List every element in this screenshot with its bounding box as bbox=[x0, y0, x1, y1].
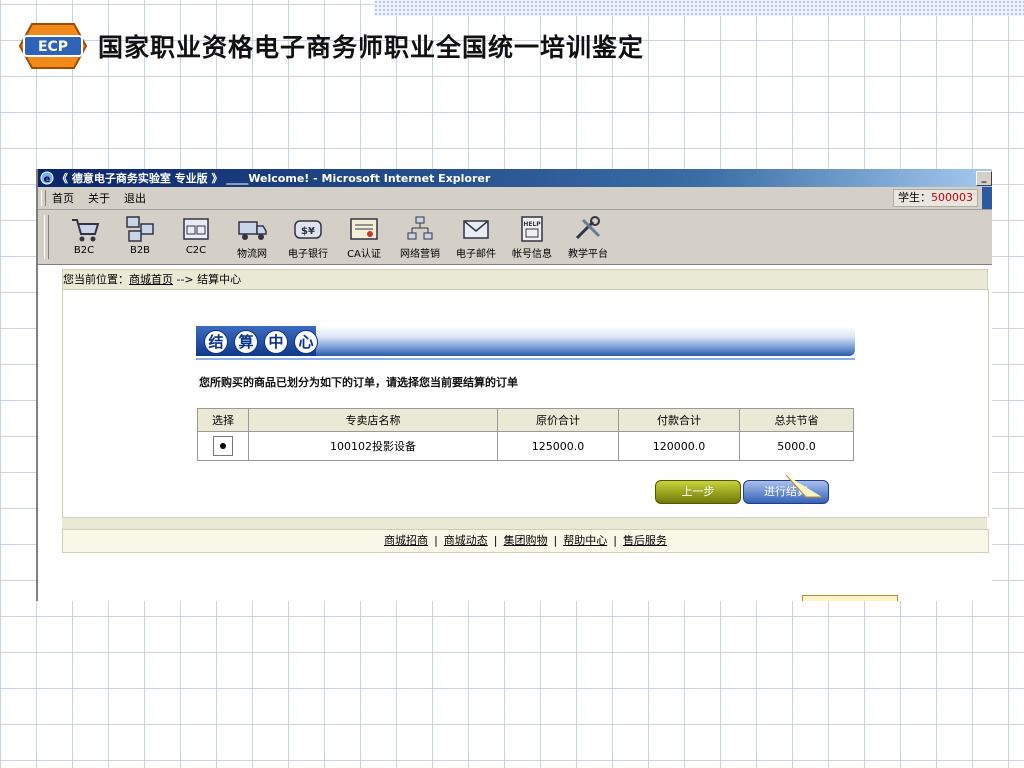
svg-text:e: e bbox=[44, 174, 51, 185]
previous-step-button[interactable]: 上一步 bbox=[655, 480, 741, 504]
tools-icon bbox=[575, 216, 601, 240]
footer-link-news[interactable]: 商城动态 bbox=[444, 534, 488, 547]
cart-icon bbox=[72, 219, 100, 242]
paid-total-cell: 120000.0 bbox=[618, 431, 740, 461]
bank-icon: $¥ bbox=[294, 220, 322, 239]
order-radio[interactable] bbox=[213, 436, 233, 456]
help-icon: HELP bbox=[521, 216, 543, 242]
banner-title: 结 算 中 心 bbox=[204, 330, 318, 354]
banner-char: 心 bbox=[294, 330, 318, 354]
breadcrumb-current: --> 结算中心 bbox=[173, 273, 242, 286]
toolbar: B2C B2B C2C 物流网 $¥ 电子银行 CA认证 网络营销 电子邮件 H… bbox=[38, 210, 992, 265]
toolbar-c2c[interactable]: C2C bbox=[169, 210, 223, 256]
minimize-button[interactable]: _ bbox=[976, 171, 992, 186]
settlement-banner: 结 算 中 心 bbox=[196, 326, 855, 356]
footer-link-help[interactable]: 帮助中心 bbox=[563, 534, 607, 547]
toolbar-logistics[interactable]: 物流网 bbox=[225, 210, 279, 260]
window-title: 《 德意电子商务实验室 专业版 》 ____Welcome! - Microso… bbox=[57, 172, 491, 185]
menu-about[interactable]: 关于 bbox=[88, 190, 110, 206]
original-total-cell: 125000.0 bbox=[497, 431, 619, 461]
corner-accent bbox=[982, 187, 992, 209]
decorative-strip bbox=[374, 0, 1024, 16]
c2c-icon bbox=[183, 218, 209, 240]
toolbar-ebank[interactable]: $¥ 电子银行 bbox=[281, 210, 335, 260]
footer-separator: | bbox=[613, 534, 617, 547]
toolbar-b2b[interactable]: B2B bbox=[113, 210, 167, 256]
slide-header: ECP 国家职业资格电子商务师职业全国统一培训鉴定 bbox=[14, 20, 644, 72]
svg-text:ECP: ECP bbox=[38, 39, 68, 55]
breadcrumb: 您当前位置：商城首页 --> 结算中心 bbox=[62, 269, 988, 290]
toolbar-marketing[interactable]: 网络营销 bbox=[393, 210, 447, 260]
toolbar-b2c[interactable]: B2C bbox=[57, 210, 111, 256]
breadcrumb-prefix: 您当前位置： bbox=[63, 273, 129, 286]
toolbar-label: CA认证 bbox=[347, 249, 381, 260]
footer-link-merchant[interactable]: 商城招商 bbox=[384, 534, 428, 547]
banner-char: 中 bbox=[264, 330, 288, 354]
student-badge: 学生：500003 bbox=[893, 189, 978, 207]
footer-separator: | bbox=[493, 534, 498, 547]
banner-char: 结 bbox=[204, 330, 228, 354]
window-titlebar: e 《 德意电子商务实验室 专业版 》 ____Welcome! - Micro… bbox=[38, 169, 992, 187]
toolbar-account[interactable]: HELP 帐号信息 bbox=[505, 210, 559, 260]
toolbar-label: 物流网 bbox=[237, 249, 267, 260]
org-chart-icon bbox=[407, 216, 433, 240]
menubar-grip bbox=[41, 190, 46, 206]
banner-underline bbox=[196, 358, 855, 360]
header-saved-total: 总共节省 bbox=[739, 408, 854, 432]
certificate-icon bbox=[350, 218, 378, 240]
store-name-cell: 100102投影设备 bbox=[248, 431, 498, 461]
toolbar-grip bbox=[44, 215, 49, 259]
footer-separator: | bbox=[553, 534, 558, 547]
slide-title: 国家职业资格电子商务师职业全国统一培训鉴定 bbox=[98, 33, 645, 62]
orders-table: 选择 专卖店名称 原价合计 付款合计 总共节省 100102投影设备 12500… bbox=[197, 408, 854, 461]
menu-home[interactable]: 首页 bbox=[52, 190, 74, 206]
header-original-total: 原价合计 bbox=[497, 408, 619, 432]
table-row: 100102投影设备 125000.0 120000.0 5000.0 bbox=[197, 431, 854, 461]
header-paid-total: 付款合计 bbox=[618, 408, 740, 432]
svg-text:HELP: HELP bbox=[523, 221, 541, 228]
toolbar-label: 电子邮件 bbox=[456, 249, 496, 260]
table-header-row: 选择 专卖店名称 原价合计 付款合计 总共节省 bbox=[197, 408, 854, 432]
toolbar-ca[interactable]: CA认证 bbox=[337, 210, 391, 260]
student-label: 学生： bbox=[898, 191, 931, 204]
menubar: 首页 关于 退出 学生：500003 bbox=[38, 187, 992, 210]
student-id: 500003 bbox=[931, 191, 973, 204]
browser-window: e 《 德意电子商务实验室 专业版 》 ____Welcome! - Micro… bbox=[36, 169, 992, 601]
ie-icon: e bbox=[40, 171, 54, 185]
breadcrumb-link-home[interactable]: 商城首页 bbox=[129, 273, 173, 286]
toolbar-email[interactable]: 电子邮件 bbox=[449, 210, 503, 260]
network-icon bbox=[126, 216, 154, 242]
click-callout: 单击 bbox=[802, 595, 898, 601]
header-select: 选择 bbox=[197, 408, 249, 432]
saved-total-cell: 5000.0 bbox=[739, 431, 854, 461]
footer-links: 商城招商 | 商城动态 | 集团购物 | 帮助中心 | 售后服务 bbox=[62, 529, 989, 553]
footer-link-after-sales[interactable]: 售后服务 bbox=[623, 534, 667, 547]
toolbar-label: C2C bbox=[185, 245, 207, 256]
toolbar-label: 教学平台 bbox=[568, 249, 608, 260]
toolbar-label: 网络营销 bbox=[400, 249, 440, 260]
toolbar-label: 帐号信息 bbox=[512, 249, 552, 260]
header-store: 专卖店名称 bbox=[248, 408, 498, 432]
mail-icon bbox=[463, 220, 489, 239]
banner-char: 算 bbox=[234, 330, 258, 354]
toolbar-label: B2B bbox=[129, 245, 151, 256]
menu-logout[interactable]: 退出 bbox=[124, 190, 146, 206]
order-notice: 您所购买的商品已划分为如下的订单，请选择您当前要结算的订单 bbox=[199, 376, 518, 389]
toolbar-teaching[interactable]: 教学平台 bbox=[561, 210, 615, 260]
footer-separator: | bbox=[434, 534, 438, 547]
svg-text:$¥: $¥ bbox=[301, 226, 315, 237]
truck-icon bbox=[238, 221, 267, 240]
toolbar-label: 电子银行 bbox=[288, 249, 328, 260]
footer-link-group-buy[interactable]: 集团购物 bbox=[504, 534, 548, 547]
toolbar-label: B2C bbox=[73, 245, 95, 256]
page-content: 您当前位置：商城首页 --> 结算中心 结 算 中 心 您所购买的商品已划分为如… bbox=[62, 269, 989, 601]
ectp-logo: ECP bbox=[18, 23, 88, 69]
callout-pointer-icon bbox=[785, 474, 822, 498]
settlement-panel: 结 算 中 心 您所购买的商品已划分为如下的订单，请选择您当前要结算的订单 选择… bbox=[62, 289, 989, 517]
select-cell bbox=[197, 431, 249, 461]
